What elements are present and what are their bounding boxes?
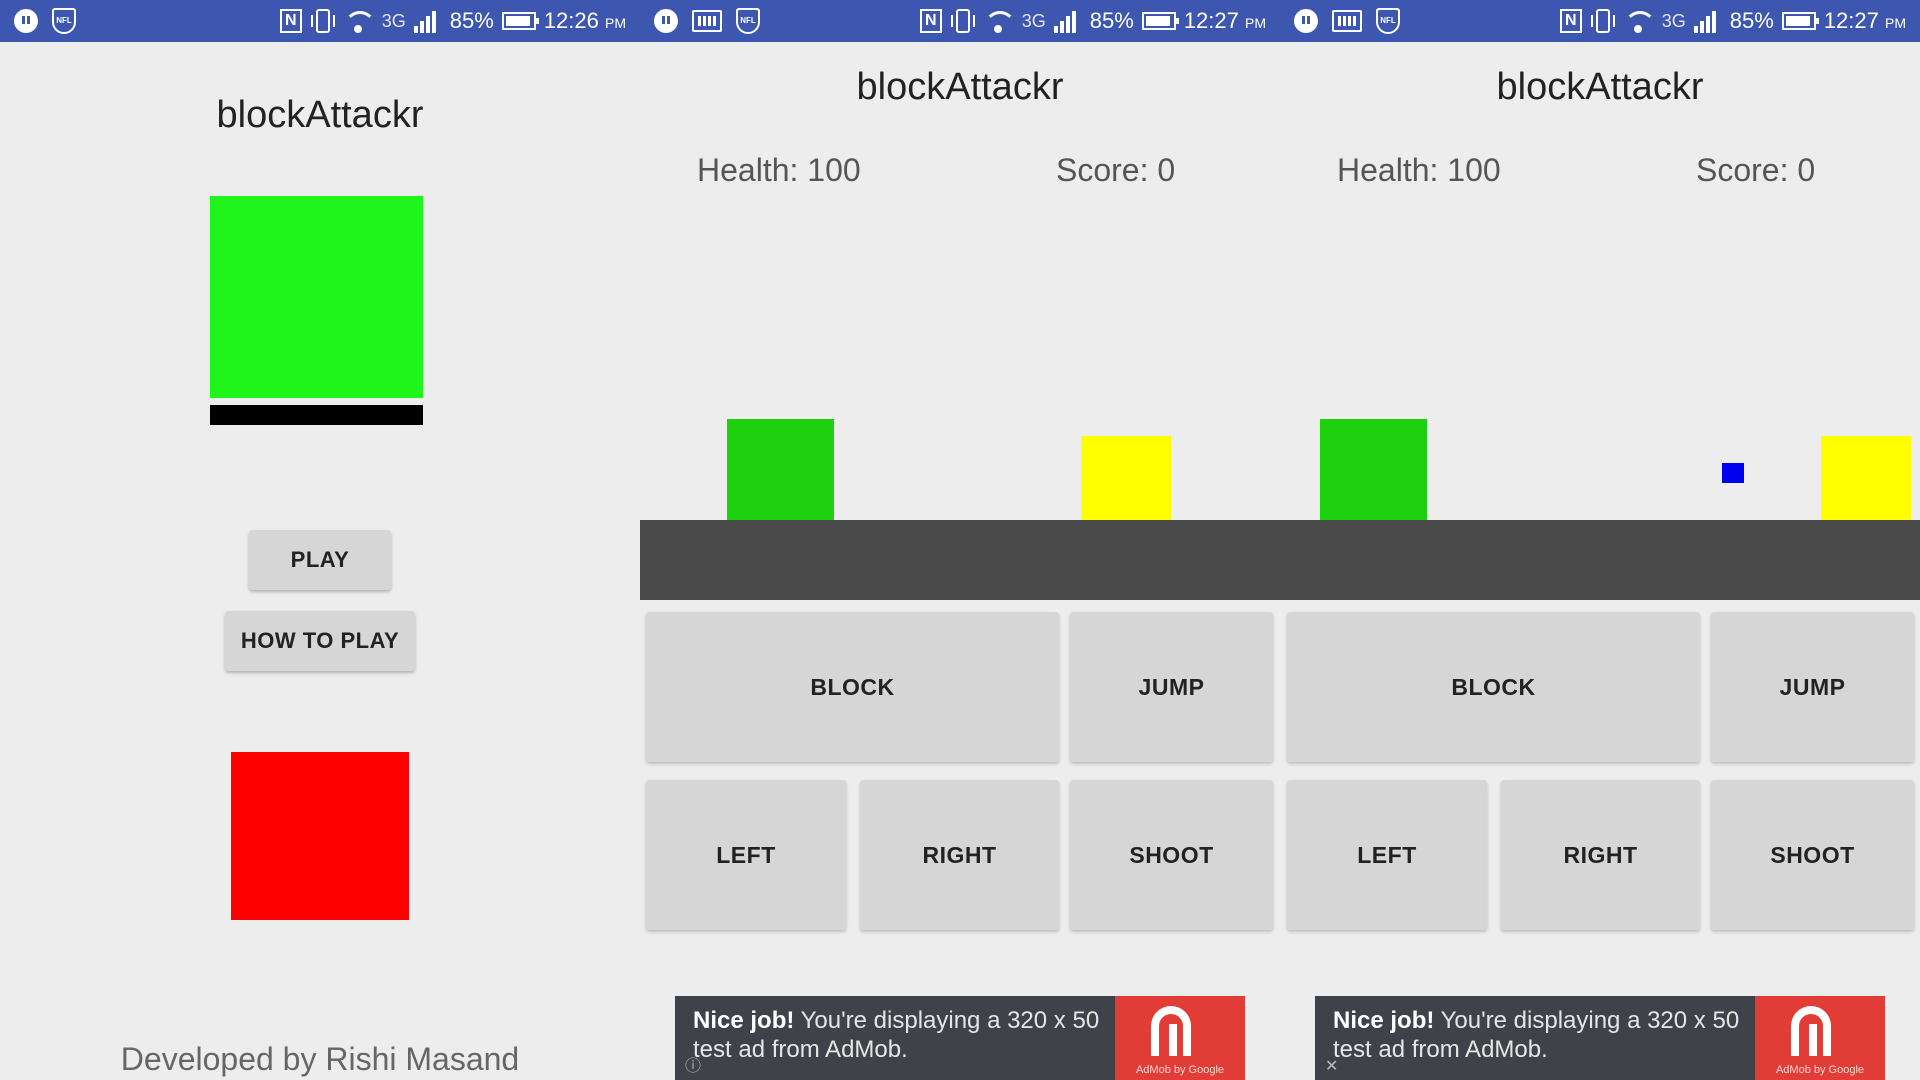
admob-icon: [1791, 1006, 1843, 1056]
signal-icon: [1053, 9, 1082, 33]
admob-logo: AdMob by Google: [1755, 996, 1885, 1080]
right-button[interactable]: RIGHT: [860, 780, 1059, 930]
ground-platform: [1280, 520, 1920, 600]
wifi-icon: [983, 9, 1014, 33]
nfl-icon: NFL: [736, 8, 760, 34]
battery-percent: 85%: [449, 8, 494, 33]
right-button[interactable]: RIGHT: [1501, 780, 1700, 930]
nfc-icon: N: [1559, 9, 1582, 33]
clock: 12:27 PM: [1823, 8, 1906, 33]
network-type: 3G: [1021, 10, 1046, 31]
vibrate-icon: [1590, 9, 1615, 33]
status-bar: NFL N 3G 85% 12:27 PM: [1280, 0, 1920, 42]
app-title: blockAttackr: [856, 66, 1064, 108]
ad-close-icon[interactable]: ✕: [1325, 1056, 1338, 1076]
play-button[interactable]: PLAY: [249, 530, 391, 590]
status-bar: NFL N 3G 85% 12:27 PM: [640, 0, 1280, 42]
app-title: blockAttackr: [216, 94, 424, 136]
player-block: [727, 419, 834, 520]
developer-credit: Developed by Rishi Masand: [120, 1041, 520, 1077]
health-label: Health: 100: [1337, 152, 1501, 188]
left-button[interactable]: LEFT: [1287, 780, 1487, 930]
hangouts-icon: [14, 9, 38, 33]
nfc-icon: N: [919, 9, 942, 33]
admob-logo: AdMob by Google: [1115, 996, 1245, 1080]
admob-banner[interactable]: Nice job! You're displaying a 320 x 50 t…: [1315, 996, 1885, 1080]
keyboard-icon: [1332, 10, 1362, 32]
battery-percent: 85%: [1729, 8, 1774, 33]
how-to-play-button[interactable]: HOW TO PLAY: [225, 611, 415, 671]
app-title: blockAttackr: [1496, 66, 1704, 108]
hangouts-icon: [1294, 9, 1318, 33]
left-button[interactable]: LEFT: [646, 780, 846, 930]
player-block: [1320, 419, 1427, 520]
clock: 12:26 PM: [543, 8, 626, 33]
jump-button[interactable]: JUMP: [1711, 612, 1914, 762]
ad-text: Nice job! You're displaying a 320 x 50 t…: [1333, 1007, 1740, 1063]
battery-percent: 85%: [1089, 8, 1134, 33]
status-bar: NFL N 3G 85% 12:26 PM: [0, 0, 640, 42]
admob-banner[interactable]: Nice job! You're displaying a 320 x 50 t…: [675, 996, 1245, 1080]
nfl-icon: NFL: [1376, 8, 1400, 34]
bullet: [1722, 463, 1744, 483]
wifi-icon: [343, 9, 374, 33]
ground-platform: [640, 520, 1280, 600]
network-type: 3G: [1661, 10, 1686, 31]
battery-icon: [1781, 12, 1819, 30]
score-label: Score: 0: [1696, 152, 1816, 188]
game-screen: NFL N 3G 85% 12:27 PM blockAttackr Healt…: [640, 0, 1280, 1080]
ad-text: Nice job! You're displaying a 320 x 50 t…: [693, 1007, 1100, 1063]
clock: 12:27 PM: [1183, 8, 1266, 33]
ad-info-icon[interactable]: ⓘ: [685, 1052, 701, 1076]
nfc-icon: N: [279, 9, 302, 33]
vibrate-icon: [310, 9, 335, 33]
wifi-icon: [1623, 9, 1654, 33]
network-type: 3G: [381, 10, 406, 31]
player-shadow-bar: [210, 405, 423, 425]
health-label: Health: 100: [697, 152, 861, 188]
shoot-button[interactable]: SHOOT: [1711, 780, 1914, 930]
keyboard-icon: [692, 10, 722, 32]
jump-button[interactable]: JUMP: [1070, 612, 1273, 762]
battery-icon: [1141, 12, 1179, 30]
nfl-icon: NFL: [52, 8, 76, 34]
player-block-logo: [210, 196, 423, 398]
signal-icon: [413, 9, 442, 33]
signal-icon: [1693, 9, 1722, 33]
game-screen-shooting: NFL N 3G 85% 12:27 PM blockAttackr Healt…: [1280, 0, 1920, 1080]
enemy-block-logo: [231, 752, 409, 920]
enemy-block: [1821, 436, 1911, 520]
shoot-button[interactable]: SHOOT: [1070, 780, 1273, 930]
score-label: Score: 0: [1056, 152, 1176, 188]
vibrate-icon: [950, 9, 975, 33]
admob-icon: [1151, 1006, 1203, 1056]
menu-screen: NFL N 3G 85% 12:26 PM blockAttackr PLAY …: [0, 0, 640, 1080]
enemy-block: [1081, 436, 1171, 520]
block-button[interactable]: BLOCK: [646, 612, 1059, 762]
hangouts-icon: [654, 9, 678, 33]
battery-icon: [501, 12, 539, 30]
block-button[interactable]: BLOCK: [1287, 612, 1700, 762]
